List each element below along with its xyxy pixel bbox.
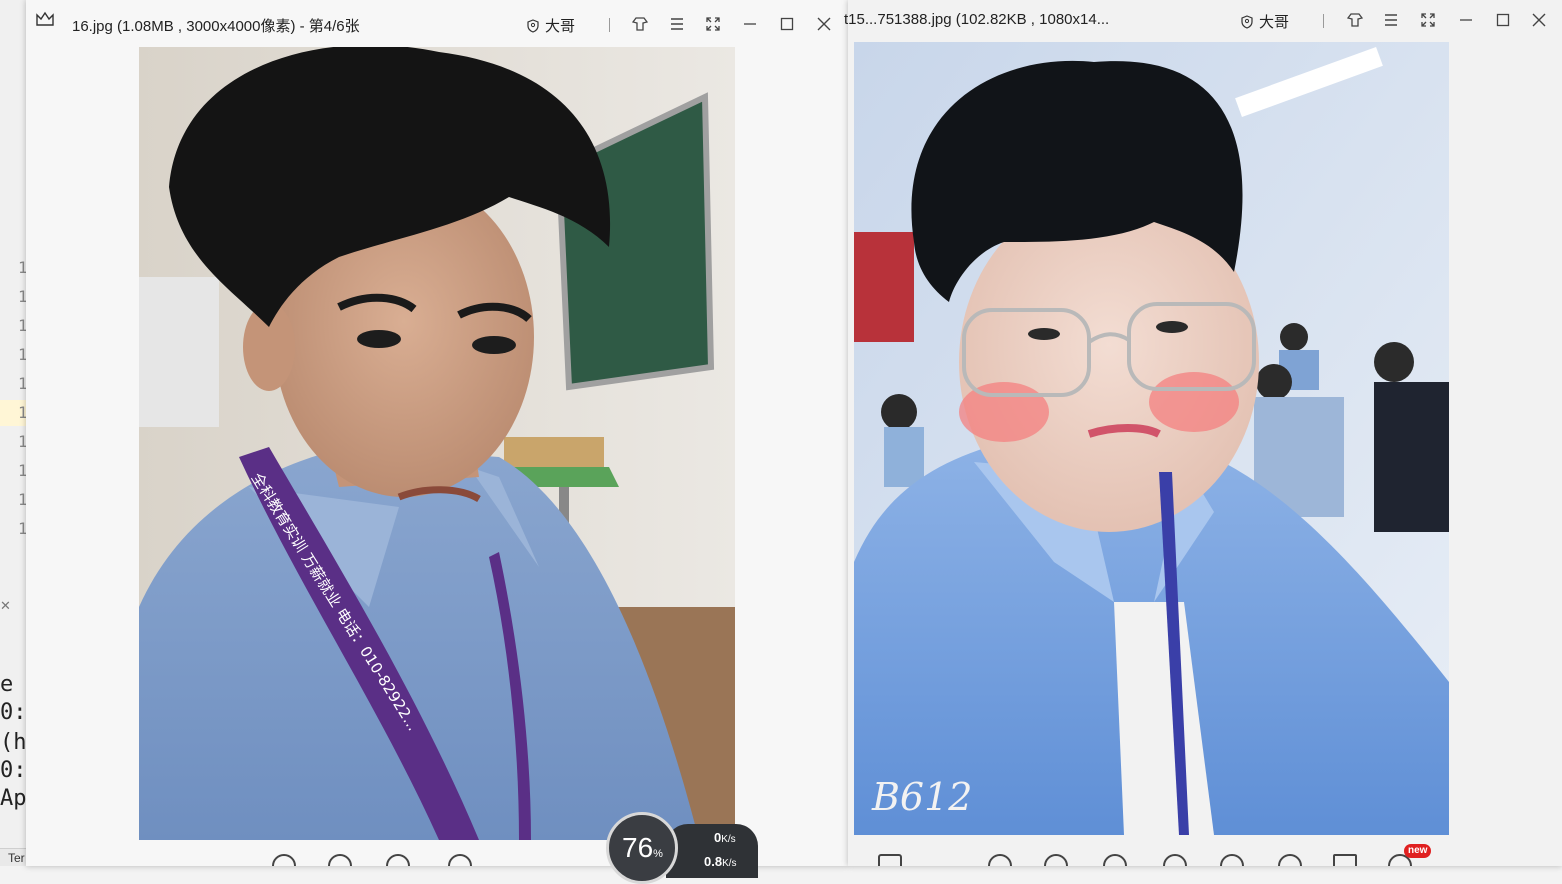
zoom-out-icon[interactable]: [272, 854, 296, 866]
background-ide: 1 1 1 1 1 1 1 1 1 1 ✕ e 0:1 (h 0:1 App T…: [0, 0, 40, 866]
rotate-right-icon[interactable]: [448, 854, 472, 866]
skin-icon[interactable]: [629, 13, 651, 35]
photo-display[interactable]: 全科教育实训 万薪就业 电话：010-82922...: [139, 47, 735, 840]
terminal-tab[interactable]: Ter: [0, 848, 26, 866]
menu-icon[interactable]: [666, 13, 688, 35]
user-shield-icon: [1241, 14, 1253, 29]
title-bar[interactable]: 16.jpg (1.08MB , 3000x4000像素) - 第4/6张 大哥: [26, 0, 848, 46]
viewer-app-icon: [36, 11, 54, 26]
download-speed: 0.8K/s: [704, 854, 737, 869]
usage-percent: 76%: [622, 832, 663, 863]
image-viewer-window-2[interactable]: t15...751388.jpg (102.82KB , 1080x14... …: [844, 0, 1562, 866]
edit-icon[interactable]: [878, 854, 902, 866]
divider: [609, 18, 610, 32]
previous-icon[interactable]: [1220, 854, 1244, 866]
close-icon[interactable]: [1528, 9, 1550, 31]
title-bar[interactable]: t15...751388.jpg (102.82KB , 1080x14... …: [844, 0, 1562, 46]
close-icon[interactable]: [813, 13, 835, 35]
new-badge: new: [1404, 844, 1432, 858]
watermark-b612: B612: [871, 775, 972, 819]
close-icon[interactable]: ✕: [0, 598, 11, 614]
user-shield-icon: [527, 18, 539, 33]
fullscreen-icon[interactable]: [1417, 9, 1439, 31]
fullscreen-icon[interactable]: [702, 13, 724, 35]
rotate-right-icon[interactable]: [1163, 854, 1187, 866]
selfie-photo: 全科教育实训 万薪就业 电话：010-82922...: [139, 47, 735, 840]
minimize-icon[interactable]: [739, 13, 761, 35]
user-name: 大哥: [545, 18, 576, 35]
upload-speed: 0K/s: [714, 830, 736, 845]
skin-icon[interactable]: [1344, 9, 1366, 31]
zoom-out-icon[interactable]: [988, 854, 1012, 866]
next-icon[interactable]: [1278, 854, 1302, 866]
user-account[interactable]: 大哥: [526, 15, 575, 36]
maximize-icon[interactable]: [776, 13, 798, 35]
divider: [1323, 14, 1324, 28]
window-title: 16.jpg (1.08MB , 3000x4000像素) - 第4/6张: [72, 18, 360, 35]
menu-icon[interactable]: [1380, 9, 1402, 31]
rotate-left-icon[interactable]: [1103, 854, 1127, 866]
speed-panel: [666, 824, 758, 878]
minimize-icon[interactable]: [1455, 9, 1477, 31]
image-viewer-window-1[interactable]: 16.jpg (1.08MB , 3000x4000像素) - 第4/6张 大哥: [26, 0, 848, 884]
terminal-line: (h: [0, 730, 27, 755]
photo-display[interactable]: B612: [854, 42, 1449, 835]
network-speed-widget[interactable]: 76% 0K/s 0.8K/s: [606, 812, 758, 884]
user-name: 大哥: [1259, 14, 1290, 31]
rotate-left-icon[interactable]: [386, 854, 410, 866]
zoom-in-icon[interactable]: [328, 854, 352, 866]
terminal-line: e: [0, 672, 14, 697]
zoom-in-icon[interactable]: [1044, 854, 1068, 866]
delete-icon[interactable]: [1333, 854, 1357, 866]
window-title: t15...751388.jpg (102.82KB , 1080x14...: [844, 11, 1110, 28]
maximize-icon[interactable]: [1492, 9, 1514, 31]
bottom-toolbar: [848, 850, 1562, 866]
selfie-photo: B612: [854, 42, 1449, 835]
user-account[interactable]: 大哥: [1240, 11, 1289, 32]
